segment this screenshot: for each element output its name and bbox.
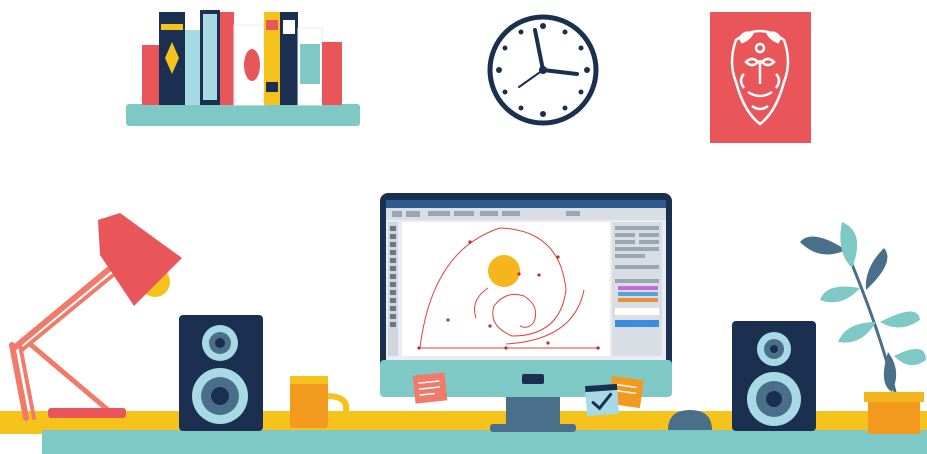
editor-canvas (402, 222, 610, 356)
book (266, 82, 278, 92)
shelf-board (126, 104, 360, 126)
monitor-foot (490, 424, 576, 432)
book-oval (244, 49, 260, 81)
sticky-note-check (584, 383, 620, 417)
book (300, 44, 320, 84)
lamp-shade (98, 213, 182, 306)
bookshelf (126, 10, 360, 126)
editor-menu-bar (386, 200, 666, 208)
editor-swatch-gradient (618, 298, 658, 302)
spiral-sun (488, 255, 520, 287)
right-speaker (732, 321, 816, 431)
desk-lamp (9, 213, 182, 421)
wall-clock (487, 14, 599, 126)
book (322, 42, 342, 105)
potted-plant (800, 222, 926, 434)
desk-front (42, 430, 927, 454)
book (185, 30, 200, 105)
book (283, 20, 295, 34)
editor-swatch-gradient (618, 286, 658, 290)
workspace-illustration (0, 10, 927, 454)
sticky-note-left (412, 372, 448, 404)
editor-layer-selected (615, 320, 659, 327)
book (161, 24, 183, 30)
editor-swatch-gradient (618, 292, 658, 296)
editor-layer (615, 308, 659, 315)
photo-editor-screen (386, 200, 666, 360)
monitor-stand (506, 396, 560, 428)
book (266, 20, 278, 30)
book (220, 12, 234, 105)
book (142, 45, 159, 105)
mug (290, 376, 350, 428)
monitor-logo (522, 374, 544, 384)
books (142, 10, 342, 106)
tribal-mask-poster (710, 12, 811, 143)
left-speaker (179, 315, 263, 431)
book (203, 14, 217, 100)
lamp-base (48, 408, 126, 418)
